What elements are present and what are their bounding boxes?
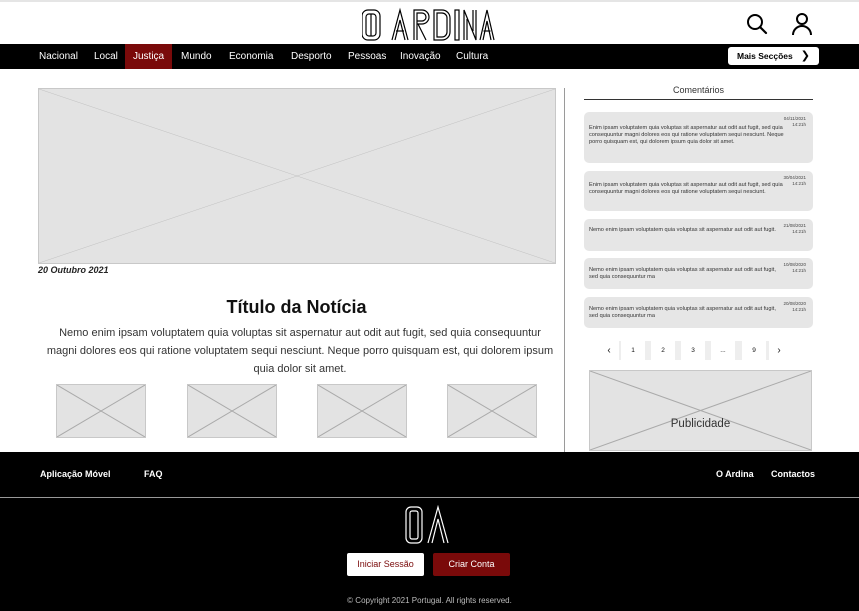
footer-link-mobile-app[interactable]: Aplicação Móvel: [40, 469, 111, 479]
comments-pagination: ‹ 1 2 3 ... 9 ›: [599, 341, 789, 360]
site-footer: Aplicação Móvel FAQ O Ardina Contactos I…: [0, 452, 859, 611]
article-main-image: [38, 88, 556, 264]
advertisement-label: Publicidade: [670, 418, 731, 430]
comment-text: Nemo enim ipsam voluptatem quia voluptas…: [589, 227, 776, 233]
pagination-page-1[interactable]: 1: [621, 341, 645, 360]
pagination-page-9[interactable]: 9: [742, 341, 766, 360]
nav-item-economia[interactable]: Economia: [221, 44, 281, 69]
gallery-image-4[interactable]: [447, 384, 537, 438]
pagination-page-3[interactable]: 3: [681, 341, 705, 360]
gallery-image-3[interactable]: [317, 384, 407, 438]
nav-item-inovacao[interactable]: Inovação: [392, 44, 449, 69]
nav-item-local[interactable]: Local: [86, 44, 126, 69]
search-icon[interactable]: [746, 12, 768, 36]
nav-item-justica[interactable]: Justiça: [125, 44, 172, 69]
pagination-page-2[interactable]: 2: [651, 341, 675, 360]
comment-card: 10/08/2020 14:21h Nemo enim ipsam volupta…: [584, 258, 813, 289]
site-header: [0, 0, 859, 44]
article-body: Nemo enim ipsam voluptatem quia voluptas…: [46, 327, 554, 375]
nav-item-nacional[interactable]: Nacional: [31, 44, 86, 69]
article-date: 20 Outubro 2021: [38, 265, 109, 275]
main-nav: Nacional Local Justiça Mundo Economia De…: [0, 44, 859, 69]
comments-divider: [584, 99, 813, 100]
pagination-prev-button[interactable]: ‹: [599, 341, 619, 360]
pagination-next-button[interactable]: ›: [769, 341, 789, 360]
user-icon[interactable]: [791, 12, 813, 36]
article-title: Título da Notícia: [226, 297, 367, 317]
comment-card: 04/11/2021 14:21h Enim ipsam voluptatem q…: [584, 112, 813, 163]
footer-link-about[interactable]: O Ardina: [716, 469, 754, 479]
nav-item-mundo[interactable]: Mundo: [173, 44, 220, 69]
pagination-ellipsis: ...: [711, 341, 735, 360]
nav-item-desporto[interactable]: Desporto: [283, 44, 340, 69]
comment-card: 20/08/2020 14:21h Nemo enim ipsam volupta…: [584, 297, 813, 328]
nav-item-pessoas[interactable]: Pessoas: [340, 44, 394, 69]
column-divider: [564, 88, 565, 452]
comment-card: 30/04/2021 14:21h Enim ipsam voluptatem q…: [584, 171, 813, 211]
footer-divider: [0, 497, 859, 498]
copyright-text: © Copyright 2021 Portugal. All rights re…: [347, 596, 512, 605]
footer-logo-icon[interactable]: [404, 505, 452, 545]
comment-text: Enim ipsam voluptatem quia voluptas sit …: [589, 182, 783, 195]
chevron-right-icon: ❯: [800, 50, 810, 62]
advertisement-box[interactable]: Publicidade: [589, 370, 812, 451]
gallery-image-2[interactable]: [187, 384, 277, 438]
site-logo[interactable]: [362, 7, 496, 43]
more-sections-button[interactable]: Mais Secções ❯: [728, 47, 819, 65]
comments-title: Comentários: [672, 85, 725, 95]
more-sections-label: Mais Secções: [737, 51, 793, 61]
gallery-image-1[interactable]: [56, 384, 146, 438]
comment-text: Nemo enim ipsam voluptatem quia voluptas…: [589, 267, 776, 280]
comment-text: Enim ipsam voluptatem quia voluptas sit …: [589, 125, 784, 145]
comment-text: Nemo enim ipsam voluptatem quia voluptas…: [589, 306, 776, 319]
login-button[interactable]: Iniciar Sessão: [347, 553, 424, 576]
footer-link-faq[interactable]: FAQ: [144, 469, 163, 479]
footer-link-contacts[interactable]: Contactos: [771, 469, 815, 479]
create-account-button[interactable]: Criar Conta: [433, 553, 510, 576]
comment-card: 21/08/2021 14:21h Nemo enim ipsam volupta…: [584, 219, 813, 251]
nav-item-cultura[interactable]: Cultura: [448, 44, 496, 69]
